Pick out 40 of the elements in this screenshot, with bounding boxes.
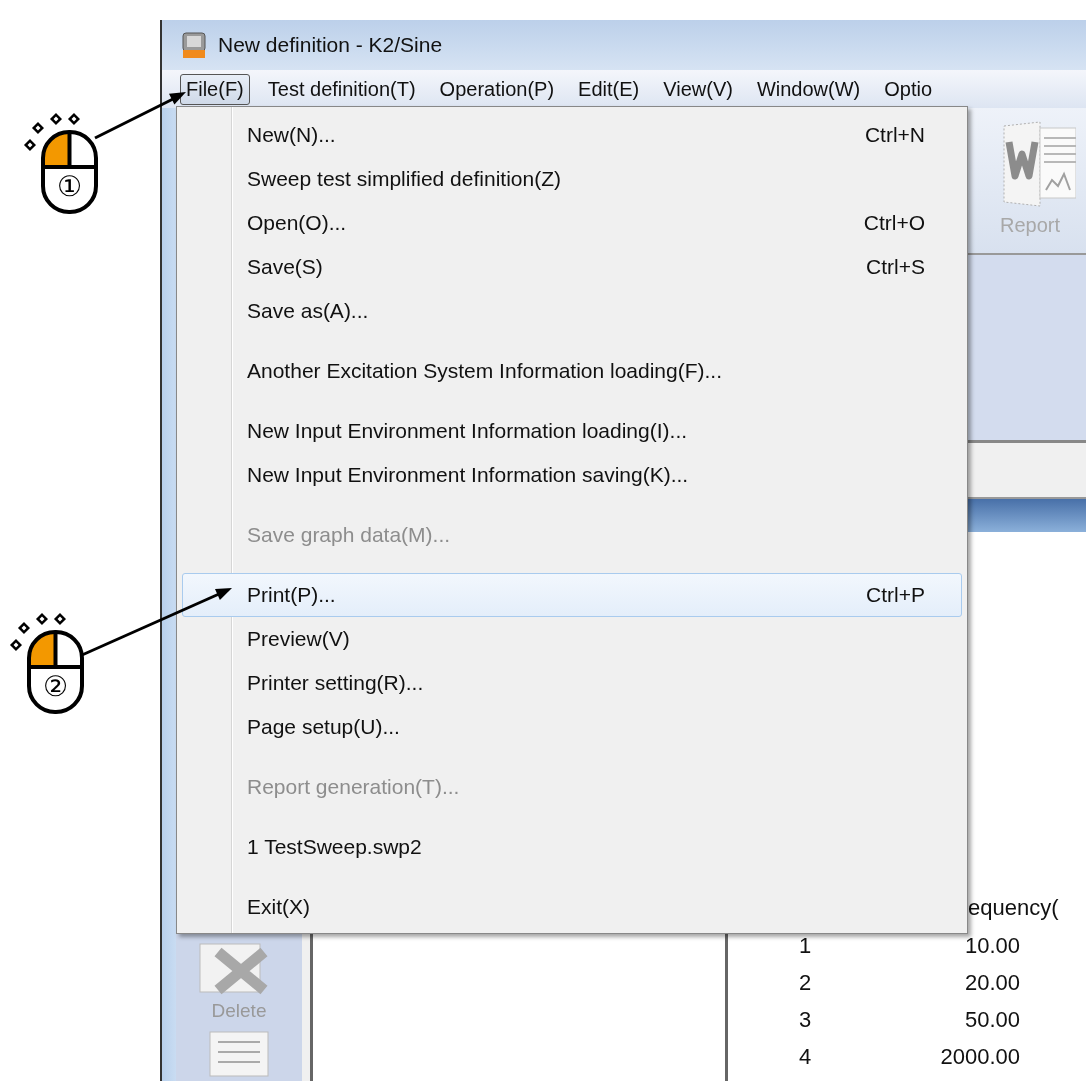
table-cell-text: 3 (797, 1006, 813, 1033)
shortcut-text: Ctrl+O (863, 211, 925, 235)
table-cell-text: 2 (797, 969, 813, 996)
menu-bar-item[interactable]: Operation(P) (433, 73, 561, 105)
table-cell-text: 4 (797, 1043, 813, 1070)
menu-item[interactable]: Save(S) Ctrl+S (182, 245, 962, 289)
table-cell-text: 10.00 (963, 932, 1020, 959)
menu-item[interactable]: Printer setting(R)... (182, 661, 962, 705)
menu-bar-item[interactable]: View(V) (657, 73, 739, 105)
menu-bar-item[interactable]: Window(W) (750, 73, 867, 105)
document-icon (1000, 120, 1076, 210)
menu-item[interactable]: Open(O)... Ctrl+O (182, 201, 962, 245)
menu-item[interactable]: Print(P)... Ctrl+P (182, 573, 962, 617)
shortcut-text: Ctrl+P (866, 583, 925, 607)
table-cell-text: 1 (797, 932, 813, 959)
column-header: equency( (967, 895, 1060, 921)
menu-item[interactable]: New Input Environment Information loading(I)... (182, 409, 962, 453)
menu-item[interactable]: Page setup(U)... (182, 705, 962, 749)
menu-item[interactable]: New(N)... Ctrl+N (182, 113, 962, 157)
menu-bar-item[interactable]: Test definition(T) (261, 73, 422, 105)
window-title: New definition - K2/Sine (218, 33, 443, 57)
menu-item[interactable]: Save as(A)... (182, 289, 962, 333)
menu-item[interactable]: 1 TestSweep.swp2 (182, 825, 962, 869)
step-number: ① (55, 169, 84, 205)
menu-bar-item[interactable]: Optio (878, 73, 939, 105)
app-icon (180, 31, 208, 59)
shortcut-text: Ctrl+S (866, 255, 925, 279)
menu-item[interactable]: New Input Environment Information saving(K)... (182, 453, 962, 497)
shortcut-text: Ctrl+N (864, 123, 925, 147)
table-cell-text: 2000.00 (939, 1043, 1020, 1070)
table-cell-text: 50.00 (963, 1006, 1020, 1033)
list-icon (208, 1030, 270, 1078)
menu-item[interactable]: Another Excitation System Information loading(F)... (182, 349, 962, 393)
menu-item[interactable]: Exit(X) (182, 885, 962, 929)
step-number: ② (41, 669, 70, 705)
table-cell-text: 20.00 (963, 969, 1020, 996)
menu-item[interactable]: Sweep test simplified definition(Z) (182, 157, 962, 201)
menu-item[interactable]: Preview(V) (182, 617, 962, 661)
menu-bar-item[interactable]: File(F) (180, 73, 250, 105)
menu-bar-item[interactable]: Edit(E) (572, 73, 646, 105)
